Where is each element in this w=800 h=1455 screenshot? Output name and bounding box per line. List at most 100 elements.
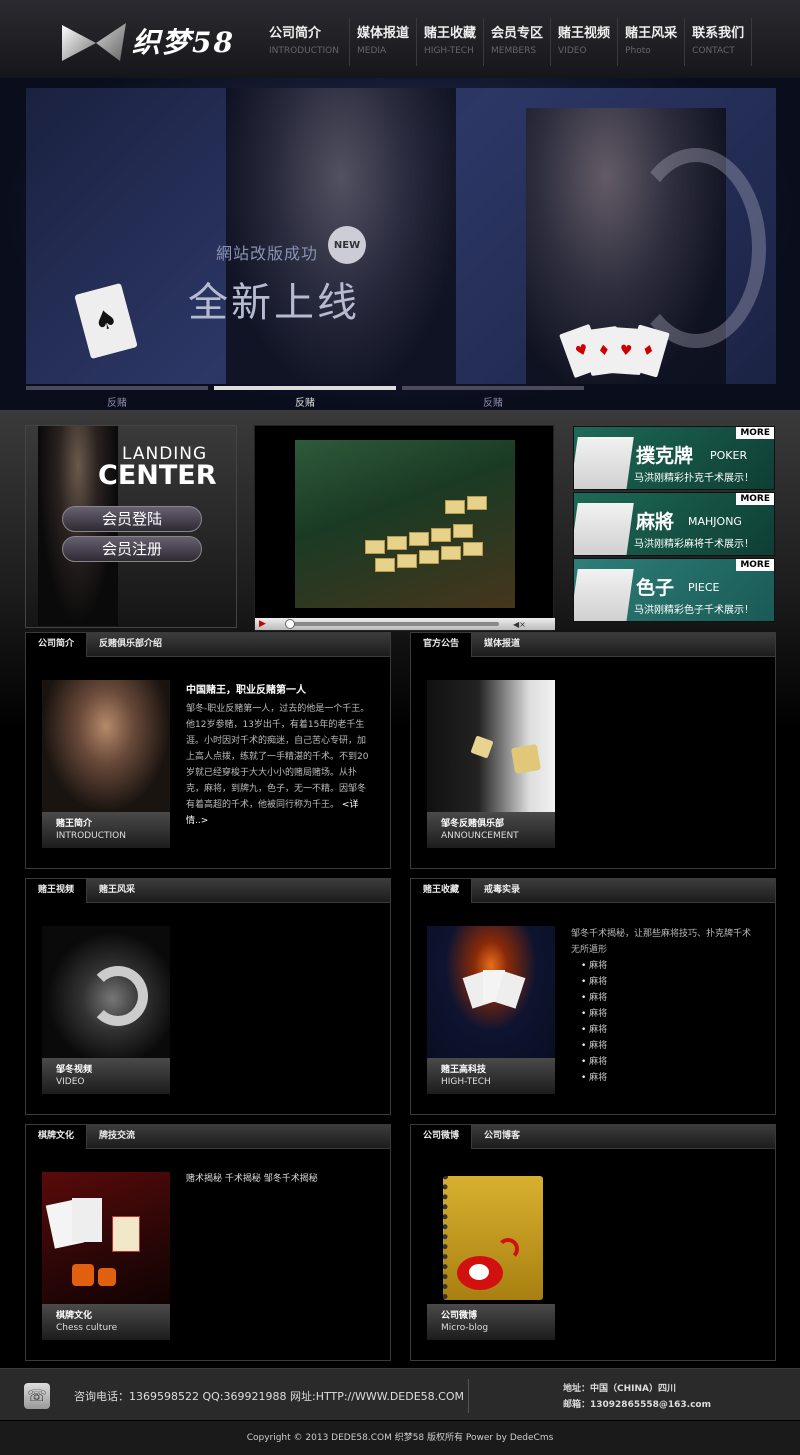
banner-tab-3[interactable]: 反赌: [402, 386, 584, 410]
video-progress-knob[interactable]: [285, 619, 295, 629]
list-item[interactable]: 麻将: [581, 1070, 607, 1086]
announce-thumbnail[interactable]: 邹冬反赌俱乐部 ANNOUNCEMENT: [427, 680, 555, 848]
member-login-button[interactable]: 会员登陆: [62, 506, 202, 532]
tab-gambler-style[interactable]: 赌王风采: [87, 879, 147, 902]
nav-item-media[interactable]: 媒体报道 MEDIA: [350, 18, 418, 66]
film-reel-icon: [626, 148, 766, 348]
caption-cn: 棋牌文化: [56, 1311, 93, 1321]
collection-intro: 邹冬千术揭秘，让那些麻将技巧、扑克牌千术无所遁形: [571, 929, 752, 955]
tab-company-blog[interactable]: 公司博客: [472, 1125, 532, 1148]
intro-thumbnail[interactable]: 赌王简介 INTRODUCTION: [42, 680, 170, 848]
nav-item-video[interactable]: 赌王视频 VIDEO: [551, 18, 619, 66]
caption-en: VIDEO: [56, 1077, 85, 1087]
list-item[interactable]: 麻将: [581, 974, 607, 990]
promo-subtitle: 马洪刚精彩扑克千术展示！: [634, 473, 754, 484]
footer-address-block: 地址：中国（CHINA）四川 邮箱：13092865558@163.com: [563, 1381, 711, 1413]
thumbnail-caption: 邹冬反赌俱乐部 ANNOUNCEMENT: [427, 812, 555, 848]
list-item[interactable]: 麻将: [581, 1054, 607, 1070]
mahjong-cards-image: [42, 1172, 170, 1304]
poker-cards-icon: [574, 437, 634, 489]
volume-icon[interactable]: ◀×: [513, 620, 526, 629]
promo-title-en: POKER: [710, 449, 748, 462]
banner-tabs: 反赌 反赌 反赌: [26, 386, 776, 410]
tab-company-intro[interactable]: 公司简介: [26, 633, 88, 657]
dice-image: [427, 680, 555, 812]
copyright: Copyright © 2013 DEDE58.COM 织梦58 版权所有 Po…: [0, 1421, 800, 1455]
member-register-button[interactable]: 会员注册: [62, 536, 202, 562]
promo-title: 麻將: [636, 511, 675, 533]
promo-poker[interactable]: MORE 撲克牌 POKER 马洪刚精彩扑克千术展示！: [573, 426, 775, 490]
chess-links[interactable]: 赌术揭秘 千术揭秘 邹冬千术揭秘: [186, 1171, 372, 1187]
list-item[interactable]: 麻将: [581, 1022, 607, 1038]
tab-gambler-video[interactable]: 赌王视频: [26, 879, 88, 903]
caption-en: HIGH-TECH: [441, 1077, 491, 1087]
tab-chess-culture[interactable]: 棋牌文化: [26, 1125, 88, 1149]
more-link[interactable]: MORE: [736, 493, 774, 505]
logo-text: 织梦58: [132, 26, 235, 59]
footer-contact: 咨询电话：1369598522 QQ:369921988 网址:HTTP://W…: [74, 1390, 464, 1403]
play-icon[interactable]: ▶: [259, 619, 269, 629]
panel-tabs: 公司微博 公司博客: [411, 1125, 775, 1149]
nav-label-cn: 会员专区: [491, 26, 544, 41]
video-frame[interactable]: [295, 440, 515, 608]
banner-subtitle: 網站改版成功: [216, 244, 319, 263]
landing-title-2: CENTER: [98, 460, 217, 491]
promo-dice[interactable]: MORE 色子 PIECE 马洪刚精彩色子千术展示！: [573, 558, 775, 622]
nav-item-members[interactable]: 会员专区 MEMBERS: [484, 18, 552, 66]
weibo-thumbnail[interactable]: 公司微博 Micro-blog: [427, 1172, 555, 1340]
tab-media-report[interactable]: 媒体报道: [472, 633, 532, 656]
nav-label-en: INTRODUCTION: [269, 46, 339, 56]
burning-cards-image: [427, 926, 555, 1058]
list-item[interactable]: 麻将: [581, 990, 607, 1006]
footer-email[interactable]: 邮箱：13092865558@163.com: [563, 1397, 711, 1413]
banner-tab-1[interactable]: 反赌: [26, 386, 208, 410]
footer-divider: [468, 1379, 469, 1413]
hero-banner: ♠ ♥ ♦ ♥ ♦ 網站改版成功 NEW 全新上线 反赌 反赌 反赌: [0, 78, 800, 410]
list-item[interactable]: 麻将: [581, 1006, 607, 1022]
intro-body: 邹冬-职业反赌第一人，过去的他是一个千王。他12岁参赌，13岁出千，有着15年的…: [186, 701, 372, 829]
spade-card-icon: ♠: [74, 282, 138, 360]
video-thumbnail[interactable]: 邹冬视频 VIDEO: [42, 926, 170, 1094]
promo-subtitle: 马洪刚精彩麻将千术展示！: [634, 539, 754, 550]
chess-thumbnail[interactable]: 棋牌文化 Chess culture: [42, 1172, 170, 1340]
promo-subtitle: 马洪刚精彩色子千术展示！: [634, 605, 754, 616]
intro-heading: 中国赌王，职业反赌第一人: [186, 685, 306, 696]
nav-item-high-tech[interactable]: 赌王收藏 HIGH-TECH: [417, 18, 485, 66]
tab-card-skills[interactable]: 牌技交流: [87, 1125, 147, 1148]
promo-mahjong[interactable]: MORE 麻將 MAHJONG 马洪刚精彩麻将千术展示！: [573, 492, 775, 556]
banner-tab-bar: [214, 386, 396, 390]
panel-tabs: 赌王收藏 戒毒实录: [411, 879, 775, 903]
banner-tab-label: 反赌: [295, 398, 315, 409]
tab-rehab[interactable]: 戒毒实录: [472, 879, 532, 902]
banner-tab-bar: [402, 386, 584, 390]
thumbnail-caption: 棋牌文化 Chess culture: [42, 1304, 170, 1340]
nav-item-introduction[interactable]: 公司简介 INTRODUCTION: [262, 18, 350, 66]
banner-slide[interactable]: ♠ ♥ ♦ ♥ ♦ 網站改版成功 NEW 全新上线: [26, 88, 776, 384]
banner-tab-2[interactable]: 反赌: [214, 386, 396, 410]
nav-item-contact[interactable]: 联系我们 CONTACT: [685, 18, 753, 66]
video-progress-track[interactable]: [285, 619, 499, 629]
collection-thumbnail[interactable]: 赌王高科技 HIGH-TECH: [427, 926, 555, 1094]
caption-en: ANNOUNCEMENT: [441, 831, 519, 841]
list-item[interactable]: 麻将: [581, 958, 607, 974]
collection-list: 麻将 麻将 麻将 麻将 麻将 麻将 麻将 麻将: [581, 958, 607, 1086]
tab-company-weibo[interactable]: 公司微博: [411, 1125, 473, 1149]
thumbnail-caption: 赌王高科技 HIGH-TECH: [427, 1058, 555, 1094]
more-link[interactable]: MORE: [736, 559, 774, 571]
site-logo[interactable]: 织梦58: [56, 8, 246, 74]
landing-center: LANDING CENTER 会员登陆 会员注册: [25, 425, 237, 628]
panel-announce: 官方公告 媒体报道 邹冬反赌俱乐部 ANNOUNCEMENT: [410, 632, 776, 869]
panel-weibo: 公司微博 公司博客 公司微博 Micro-blog: [410, 1124, 776, 1361]
list-item[interactable]: 麻将: [581, 1038, 607, 1054]
more-link[interactable]: MORE: [736, 427, 774, 439]
tab-collection[interactable]: 赌王收藏: [411, 879, 473, 903]
caption-en: INTRODUCTION: [56, 831, 126, 841]
nav-label-en: HIGH-TECH: [424, 46, 474, 56]
panel-chess: 棋牌文化 牌技交流 棋牌文化 Chess culture 赌术揭秘 千术揭秘 邹…: [25, 1124, 391, 1361]
nav-label-en: CONTACT: [692, 46, 735, 56]
tab-official-notice[interactable]: 官方公告: [411, 633, 473, 657]
tab-club-intro[interactable]: 反赌俱乐部介绍: [87, 633, 174, 656]
thumbnail-caption: 公司微博 Micro-blog: [427, 1304, 555, 1340]
caption-cn: 邹冬视频: [56, 1065, 93, 1075]
nav-item-photo[interactable]: 赌王风采 Photo: [618, 18, 686, 66]
